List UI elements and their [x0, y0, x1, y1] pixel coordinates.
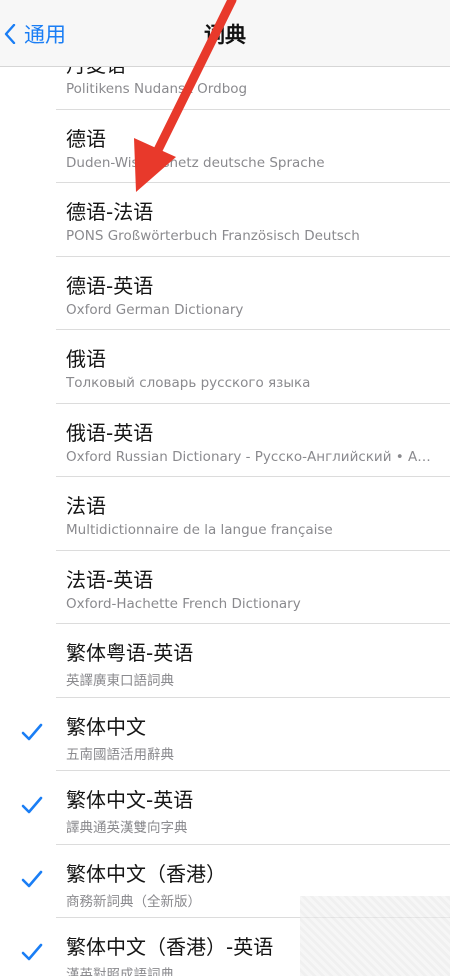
dictionary-row[interactable]: 俄语-英语 Oxford Russian Dictionary - Русско-… — [0, 404, 450, 477]
dictionary-subtitle: Oxford Russian Dictionary - Русско-Англи… — [66, 448, 436, 465]
dictionary-title: 法语-英语 — [66, 567, 154, 592]
dictionary-subtitle: Politikens Nudansk Ordbog — [66, 81, 248, 97]
dictionary-title: 俄语-英语 — [66, 420, 154, 445]
checkmark-icon — [21, 723, 43, 740]
dictionary-title: 德语-法语 — [66, 200, 154, 224]
dictionary-title: 法语 — [66, 494, 106, 518]
dictionary-row[interactable]: 德语-法语 PONS Großwörterbuch Französisch Deu… — [0, 183, 450, 257]
dictionary-title: 繁体粤语-英语 — [66, 641, 194, 665]
dictionary-title: 繁体中文（香港）-英语 — [66, 935, 274, 959]
dictionary-row[interactable]: 法语-英语 Oxford-Hachette French Dictionary — [0, 551, 450, 624]
dictionary-subtitle: Oxford-Hachette French Dictionary — [66, 595, 301, 612]
dictionary-title: 繁体中文 — [66, 714, 146, 739]
page-title: 词典 — [204, 23, 246, 47]
dictionary-subtitle: Толковый словарь русского языка — [66, 375, 311, 391]
checkmark-icon — [21, 796, 43, 814]
dictionary-row[interactable]: 德语-英语 Oxford German Dictionary — [0, 257, 450, 330]
dictionary-title: 德语-英语 — [66, 273, 154, 298]
watermark — [300, 896, 450, 976]
dictionary-subtitle: Duden-Wissensnetz deutsche Sprache — [66, 154, 325, 171]
checkmark-icon — [21, 943, 43, 961]
dictionary-title: 繁体中文（香港） — [66, 861, 226, 886]
dictionary-row[interactable]: 法语 Multidictionnaire de la langue françai… — [0, 477, 450, 551]
dictionary-row[interactable]: 繁体中文-英语譯典通英漢雙向字典 — [0, 771, 450, 845]
dictionary-subtitle: 五南國語活用辭典 — [66, 746, 174, 763]
dictionary-subtitle: Oxford German Dictionary — [66, 301, 244, 318]
navigation-bar: 通用 词典 — [0, 0, 450, 67]
dictionary-subtitle: PONS Großwörterbuch Französisch Deutsch — [66, 228, 360, 244]
dictionary-title: 俄语 — [66, 347, 106, 371]
dictionary-title: 德语 — [66, 126, 106, 151]
dictionary-row[interactable]: 繁体粤语-英语英譯廣東口語詞典 — [0, 624, 450, 698]
dictionary-row[interactable]: 德语 Duden-Wissensnetz deutsche Sprache — [0, 110, 450, 183]
dictionary-subtitle: 譯典通英漢雙向字典 — [66, 820, 188, 836]
dictionary-subtitle: 英譯廣東口語詞典 — [66, 673, 174, 689]
dictionary-row[interactable]: 繁体中文五南國語活用辭典 — [0, 698, 450, 771]
dictionary-row[interactable]: 俄语 Толковый словарь русского языка — [0, 330, 450, 404]
dictionary-subtitle: Multidictionnaire de la langue française — [66, 522, 333, 538]
dictionary-settings-screen: 丹麦语Politikens Nudansk Ordbog德语Duden-Wiss… — [0, 0, 450, 976]
dictionary-title: 繁体中文-英语 — [66, 788, 194, 812]
checkmark-icon — [21, 870, 43, 887]
